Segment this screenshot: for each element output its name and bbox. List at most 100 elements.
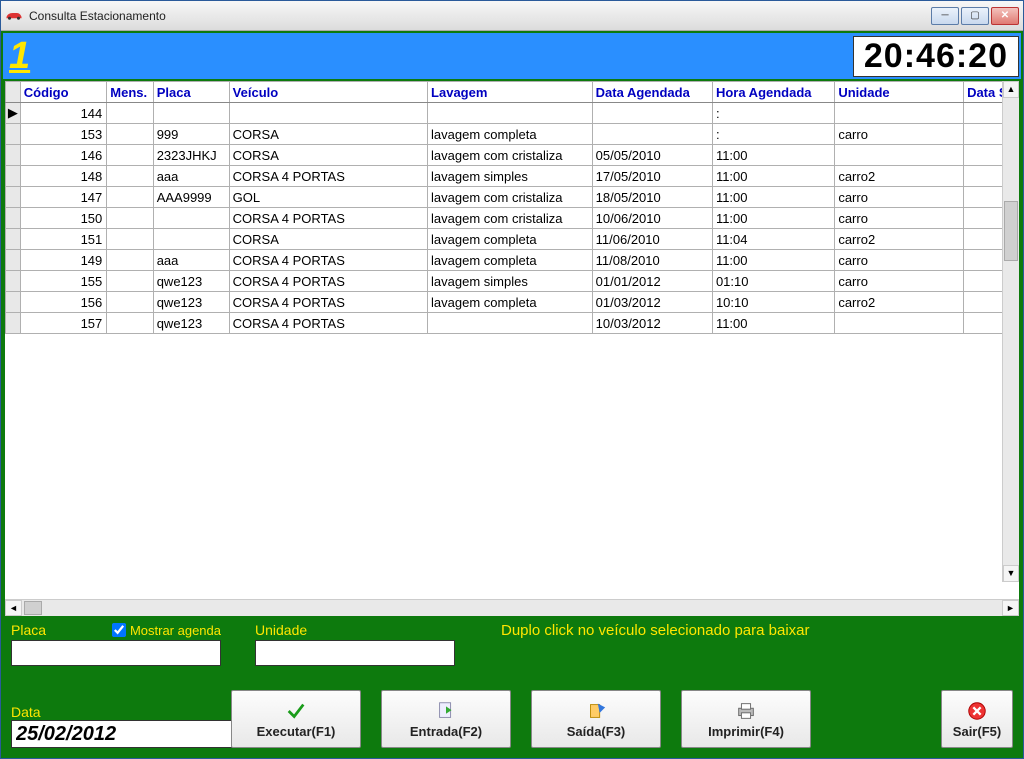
row-selector[interactable] [6,271,21,292]
col-placa[interactable]: Placa [153,82,229,103]
cell-veiculo [229,103,427,124]
table-row[interactable]: 151CORSAlavagem completa11/06/201011:04c… [6,229,1019,250]
cell-unidade: carro [835,271,964,292]
cell-unidade: carro [835,187,964,208]
window-title: Consulta Estacionamento [29,9,931,23]
cell-placa [153,208,229,229]
top-bar: 1 20:46:20 [1,31,1023,79]
col-unidade[interactable]: Unidade [835,82,964,103]
table-row[interactable]: 1462323JHKJCORSAlavagem com cristaliza05… [6,145,1019,166]
entrada-button[interactable]: Entrada(F2) [381,690,511,748]
printer-icon [734,700,758,722]
parking-grid[interactable]: Código Mens. Placa Veículo Lavagem Data … [5,81,1019,334]
close-button[interactable]: ✕ [991,7,1019,25]
cell-veiculo: CORSA [229,145,427,166]
table-row[interactable]: 155qwe123CORSA 4 PORTASlavagem simples01… [6,271,1019,292]
cell-hora-agendada: 10:10 [712,292,834,313]
vertical-scrollbar[interactable]: ▲ ▼ [1002,81,1019,582]
cell-codigo: 144 [20,103,107,124]
cell-veiculo: CORSA [229,124,427,145]
cell-data-agendada: 10/03/2012 [592,313,712,334]
cell-mens [107,187,153,208]
row-selector[interactable] [6,250,21,271]
scroll-left-arrow[interactable]: ◄ [5,600,22,616]
row-selector[interactable] [6,313,21,334]
sair-button[interactable]: Sair(F5) [941,690,1013,748]
table-row[interactable]: 150CORSA 4 PORTASlavagem com cristaliza1… [6,208,1019,229]
cell-hora-agendada: : [712,124,834,145]
cell-unidade [835,313,964,334]
placa-label: Placa [11,622,46,638]
cell-codigo: 155 [20,271,107,292]
cell-hora-agendada: 11:04 [712,229,834,250]
saida-button[interactable]: Saída(F3) [531,690,661,748]
placa-input[interactable] [11,640,221,666]
row-selector[interactable] [6,166,21,187]
cell-unidade: carro [835,208,964,229]
cell-codigo: 157 [20,313,107,334]
cell-unidade: carro2 [835,229,964,250]
hscroll-thumb[interactable] [24,601,42,615]
cell-hora-agendada: 11:00 [712,313,834,334]
cell-mens [107,292,153,313]
unidade-label: Unidade [255,622,307,638]
cell-veiculo: CORSA [229,229,427,250]
scroll-down-arrow[interactable]: ▼ [1003,565,1019,582]
row-selector[interactable] [6,292,21,313]
cell-lavagem: lavagem com cristaliza [428,187,593,208]
minimize-button[interactable]: ─ [931,7,959,25]
cell-unidade: carro [835,124,964,145]
table-row[interactable]: 147AAA9999GOLlavagem com cristaliza18/05… [6,187,1019,208]
station-number: 1 [9,35,30,78]
horizontal-scrollbar[interactable]: ◄ ► [5,599,1019,616]
table-row[interactable]: 157qwe123CORSA 4 PORTAS10/03/201211:00 [6,313,1019,334]
executar-button[interactable]: Executar(F1) [231,690,361,748]
row-selector[interactable] [6,229,21,250]
cell-mens [107,271,153,292]
table-row[interactable]: 148aaaCORSA 4 PORTASlavagem simples17/05… [6,166,1019,187]
cell-data-agendada [592,124,712,145]
show-agenda-input[interactable] [112,623,126,637]
table-row[interactable]: 156qwe123CORSA 4 PORTASlavagem completa0… [6,292,1019,313]
cell-veiculo: CORSA 4 PORTAS [229,292,427,313]
titlebar: Consulta Estacionamento ─ ▢ ✕ [1,1,1023,31]
col-data-agendada[interactable]: Data Agendada [592,82,712,103]
unidade-input[interactable] [255,640,455,666]
imprimir-button[interactable]: Imprimir(F4) [681,690,811,748]
col-veiculo[interactable]: Veículo [229,82,427,103]
cell-mens [107,124,153,145]
col-lavagem[interactable]: Lavagem [428,82,593,103]
table-row[interactable]: 149aaaCORSA 4 PORTASlavagem completa11/0… [6,250,1019,271]
cell-lavagem: lavagem completa [428,229,593,250]
window: Consulta Estacionamento ─ ▢ ✕ 1 20:46:20 [0,0,1024,759]
vscroll-thumb[interactable] [1004,201,1018,261]
data-label: Data [11,704,41,720]
cell-mens [107,250,153,271]
show-agenda-checkbox[interactable]: Mostrar agenda [112,623,221,638]
row-selector[interactable] [6,187,21,208]
col-hora-agendada[interactable]: Hora Agendada [712,82,834,103]
cell-data-agendada: 11/06/2010 [592,229,712,250]
row-selector[interactable] [6,208,21,229]
scroll-up-arrow[interactable]: ▲ [1003,81,1019,98]
grid-frame: Código Mens. Placa Veículo Lavagem Data … [1,79,1023,616]
table-row[interactable]: 153999CORSAlavagem completa:carro [6,124,1019,145]
cell-mens [107,313,153,334]
cell-lavagem [428,103,593,124]
cell-placa: qwe123 [153,271,229,292]
table-row[interactable]: ▶144: [6,103,1019,124]
cell-hora-agendada: 11:00 [712,250,834,271]
cell-lavagem: lavagem completa [428,124,593,145]
cell-unidade: carro [835,250,964,271]
row-selector[interactable] [6,124,21,145]
col-mens[interactable]: Mens. [107,82,153,103]
maximize-button[interactable]: ▢ [961,7,989,25]
imprimir-label: Imprimir(F4) [708,724,784,739]
scroll-right-arrow[interactable]: ► [1002,600,1019,616]
cell-data-agendada: 11/08/2010 [592,250,712,271]
row-selector[interactable]: ▶ [6,103,21,124]
col-codigo[interactable]: Código [20,82,107,103]
cell-data-agendada: 17/05/2010 [592,166,712,187]
cell-data-agendada: 18/05/2010 [592,187,712,208]
row-selector[interactable] [6,145,21,166]
